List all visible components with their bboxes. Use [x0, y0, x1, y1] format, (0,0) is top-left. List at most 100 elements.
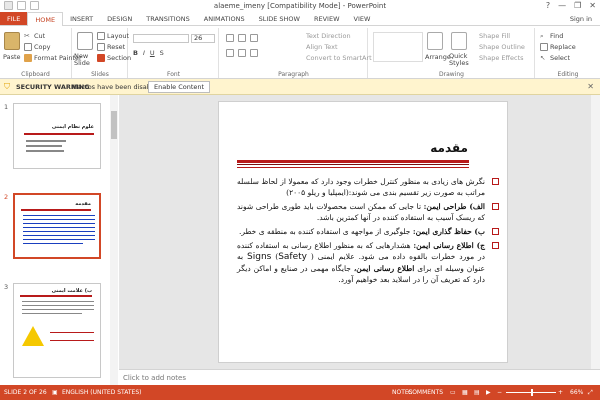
slide-thumbnail-1[interactable]: علوم نظام ايمنی	[13, 103, 101, 169]
paste-button[interactable]: Paste	[3, 53, 21, 61]
editing-group: ⌕ Find Replace ↖ Select Editing	[536, 28, 600, 78]
copy-button[interactable]: Copy	[24, 43, 51, 51]
slide-thumbnails-pane: 1 علوم نظام ايمنی 2 مقدمه 3 ب) علامت ايم…	[0, 95, 118, 385]
section-button[interactable]: Section	[97, 54, 131, 62]
restore-button[interactable]: ❐	[574, 1, 581, 10]
tab-home[interactable]: HOME	[27, 12, 64, 27]
select-button[interactable]: ↖ Select	[540, 54, 570, 62]
arrange-icon[interactable]	[427, 32, 443, 50]
scrollbar-thumb[interactable]	[111, 111, 117, 139]
sign-in-link[interactable]: Sign in	[562, 12, 600, 25]
notes-pane[interactable]: Click to add notes	[119, 369, 600, 385]
bullet-lead: اطلاع رسانی ايمن،	[353, 264, 415, 273]
find-icon: ⌕	[540, 32, 544, 40]
close-button[interactable]: ✕	[589, 1, 596, 10]
language-indicator[interactable]: ENGLISH (UNITED STATES)	[62, 389, 142, 396]
underline-icon[interactable]: U	[150, 49, 155, 57]
thumbnail-title: علوم نظام ايمنی	[51, 124, 94, 130]
reset-label: Reset	[107, 43, 126, 51]
zoom-slider[interactable]	[506, 389, 556, 396]
numbering-icon[interactable]	[238, 34, 246, 42]
bullet-item: ج) اطلاع رسانی ايمن: هشدارهايی که به منظ…	[237, 240, 499, 285]
bold-icon[interactable]: B	[133, 49, 138, 57]
security-warning-bar: ⛉ SECURITY WARNING Macros have been disa…	[0, 79, 600, 95]
italic-icon[interactable]: I	[143, 49, 145, 57]
reset-button[interactable]: Reset	[97, 43, 125, 51]
canvas-scrollbar[interactable]	[591, 95, 600, 369]
slide-title[interactable]: مقدمه	[430, 141, 468, 155]
convert-smartart-button[interactable]: Convert to SmartArt	[306, 54, 372, 62]
align-left-icon[interactable]	[226, 49, 234, 57]
align-right-icon[interactable]	[250, 49, 258, 57]
help-button[interactable]: ?	[546, 1, 550, 10]
paste-icon[interactable]	[4, 32, 20, 50]
slide-sorter-icon[interactable]: ▦	[462, 389, 468, 396]
fit-slide-icon[interactable]: ⤢	[588, 389, 593, 397]
quick-styles-icon[interactable]	[451, 32, 467, 50]
tab-file[interactable]: FILE	[0, 12, 28, 25]
copy-icon	[24, 43, 32, 51]
bullet-lead: ج) اطلاع رسانی ايمن:	[413, 241, 485, 250]
thumbnail-text-line	[23, 227, 95, 228]
title-underline	[237, 164, 469, 165]
tab-animations[interactable]: ANIMATIONS	[197, 12, 252, 25]
shape-fill-button[interactable]: Shape Fill	[479, 32, 510, 40]
font-size-field[interactable]: 26	[191, 34, 215, 43]
tab-transitions[interactable]: TRANSITIONS	[139, 12, 197, 25]
tab-review[interactable]: REVIEW	[307, 12, 347, 25]
slide-thumbnail-2[interactable]: مقدمه	[13, 193, 101, 259]
ribbon-tabs: FILE HOME INSERT DESIGN TRANSITIONS ANIM…	[0, 12, 600, 27]
cut-button[interactable]: ✂ Cut	[24, 32, 45, 40]
font-group: 26 B I U S Font	[129, 28, 219, 78]
thumbnail-number: 3	[4, 283, 9, 291]
thumbnail-text-line	[50, 340, 94, 341]
clipboard-group-label: Clipboard	[21, 71, 50, 78]
slide-thumbnail-3[interactable]: ب) علامت ايمنی	[13, 283, 101, 378]
shadow-icon[interactable]: S	[160, 49, 164, 57]
spellcheck-icon[interactable]: ▣	[52, 389, 58, 396]
slide-body[interactable]: نگرش های زيادی به منظور کنترل خطرات وجود…	[237, 176, 499, 288]
shape-effects-button[interactable]: Shape Effects	[479, 54, 524, 62]
font-name-field[interactable]	[133, 34, 189, 43]
shapes-gallery[interactable]	[373, 32, 423, 62]
tab-design[interactable]: DESIGN	[100, 12, 139, 25]
thumbnail-title: ب) علامت ايمنی	[51, 288, 92, 294]
new-slide-button[interactable]: New Slide	[74, 53, 96, 67]
slideshow-icon[interactable]: ▶	[486, 389, 491, 396]
zoom-in-icon[interactable]: +	[558, 389, 563, 396]
zoom-level[interactable]: 66%	[570, 389, 583, 396]
enable-content-button[interactable]: Enable Content	[148, 81, 211, 93]
drawing-group-label: Drawing	[439, 71, 464, 78]
quick-styles-button[interactable]: Quick Styles	[449, 53, 471, 67]
layout-label: Layout	[107, 32, 130, 40]
new-slide-icon[interactable]	[77, 32, 93, 50]
close-icon[interactable]: ✕	[587, 82, 594, 91]
normal-view-icon[interactable]: ▭	[450, 389, 456, 396]
comments-button[interactable]: COMMENTS	[408, 389, 443, 396]
find-label: Find	[550, 32, 564, 40]
tab-insert[interactable]: INSERT	[63, 12, 100, 25]
text-direction-button[interactable]: Text Direction	[306, 32, 351, 40]
tab-view[interactable]: VIEW	[347, 12, 378, 25]
bullets-icon[interactable]	[226, 34, 234, 42]
select-icon: ↖	[540, 54, 546, 62]
indent-icon[interactable]	[250, 34, 258, 42]
layout-button[interactable]: Layout	[97, 32, 129, 40]
reading-view-icon[interactable]: ▤	[474, 389, 480, 396]
align-center-icon[interactable]	[238, 49, 246, 57]
zoom-out-icon[interactable]: −	[497, 389, 502, 396]
select-label: Select	[550, 54, 571, 62]
tab-slide-show[interactable]: SLIDE SHOW	[252, 12, 307, 25]
arrange-button[interactable]: Arrange	[425, 53, 451, 61]
replace-button[interactable]: Replace	[540, 43, 576, 51]
section-icon	[97, 54, 105, 62]
thumbnails-scrollbar[interactable]	[110, 95, 118, 385]
current-slide[interactable]: مقدمه نگرش های زيادی به منظور کنترل خطرا…	[218, 101, 508, 363]
bullet-lead: الف) طراحی ايمن:	[423, 202, 486, 211]
find-button[interactable]: ⌕ Find	[540, 32, 563, 40]
shape-outline-button[interactable]: Shape Outline	[479, 43, 525, 51]
thumbnail-text-line	[23, 223, 95, 224]
clipboard-group: Paste ✂ Cut Copy Format Painter Clipboard	[0, 28, 82, 78]
minimize-button[interactable]: —	[558, 1, 566, 10]
align-text-button[interactable]: Align Text	[306, 43, 338, 51]
